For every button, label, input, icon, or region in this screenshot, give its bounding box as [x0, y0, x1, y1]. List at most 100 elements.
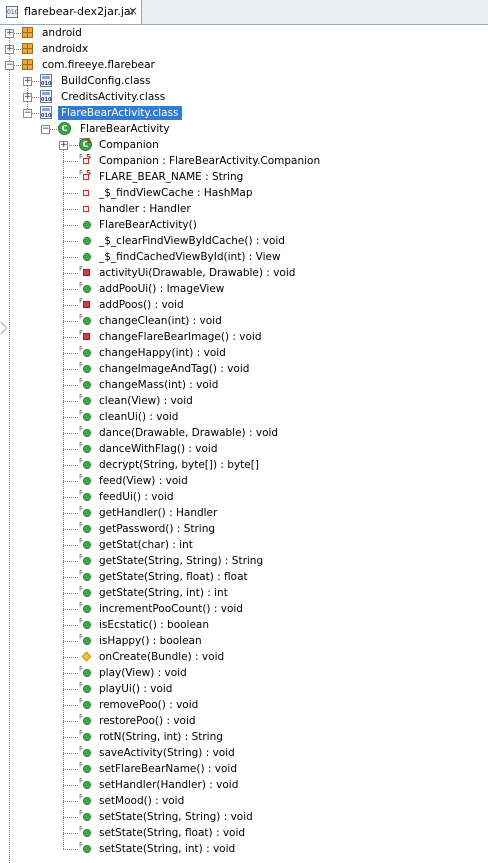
modifier-icon: F	[79, 345, 84, 353]
tree-row[interactable]: Fclean(View) : void	[0, 393, 488, 409]
tree-row[interactable]: FsetHandler(Handler) : void	[0, 777, 488, 793]
modifier-icon: F	[79, 457, 84, 465]
jar-file-icon: 010	[6, 6, 18, 18]
tab-flarebear-dex2jar[interactable]: 010 flarebear-dex2jar.jar ×	[0, 0, 142, 24]
modifier-icon: F	[79, 521, 84, 529]
tree-row[interactable]: FchangeHappy(int) : void	[0, 345, 488, 361]
tree-row[interactable]: FincrementPooCount() : void	[0, 601, 488, 617]
tree-row[interactable]: FisEcstatic() : boolean	[0, 617, 488, 633]
tree-row[interactable]: FrotN(String, int) : String	[0, 729, 488, 745]
tree-node-label: _$_clearFindViewByIdCache() : void	[99, 235, 285, 247]
tree-row[interactable]: Fdance(Drawable, Drawable) : void	[0, 425, 488, 441]
tree-row[interactable]: FlareBearActivity()	[0, 217, 488, 233]
tree-row[interactable]: Fdecrypt(String, byte[]) : byte[]	[0, 457, 488, 473]
collapse-icon[interactable]: −	[23, 109, 32, 118]
modifier-icon: F	[79, 681, 84, 689]
tree-row[interactable]: FisHappy() : boolean	[0, 633, 488, 649]
tree-row[interactable]: FchangeImageAndTag() : void	[0, 361, 488, 377]
tree-node-label: rotN(String, int) : String	[99, 731, 223, 743]
tree-node-label: saveActivity(String) : void	[99, 747, 235, 759]
tree-row[interactable]: FgetState(String, float) : float	[0, 569, 488, 585]
tree-row[interactable]: F S FLARE_BEAR_NAME : String	[0, 169, 488, 185]
modifier-icon: F	[79, 329, 84, 337]
tree-row[interactable]: FdanceWithFlag() : void	[0, 441, 488, 457]
expand-icon[interactable]: +	[23, 93, 32, 102]
tree-row[interactable]: + androidx	[0, 41, 488, 57]
tree-node-label: activityUi(Drawable, Drawable) : void	[99, 267, 296, 279]
tree-node-label: BuildConfig.class	[61, 75, 151, 87]
tree-row[interactable]: FremovePoo() : void	[0, 697, 488, 713]
tree-row[interactable]: FplayUi() : void	[0, 681, 488, 697]
tree-connector	[63, 193, 78, 194]
close-icon[interactable]: ×	[128, 4, 138, 18]
tree-row[interactable]: −010 FlareBearActivity.class	[0, 105, 488, 121]
tree-connector	[63, 833, 78, 834]
tree-row[interactable]: FchangeClean(int) : void	[0, 313, 488, 329]
tree-row[interactable]: +010 CreditsActivity.class	[0, 89, 488, 105]
tree-row[interactable]: FgetHandler() : Handler	[0, 505, 488, 521]
tree-row[interactable]: FcleanUi() : void	[0, 409, 488, 425]
tree-row[interactable]: FrestorePoo() : void	[0, 713, 488, 729]
tree-row[interactable]: +010 BuildConfig.class	[0, 73, 488, 89]
tree-connector	[63, 177, 78, 178]
tree-node-label: setFlareBearName() : void	[99, 763, 238, 775]
tree-row[interactable]: + C F S Companion	[0, 137, 488, 153]
tree-row[interactable]: FgetStat(char) : int	[0, 537, 488, 553]
tree-node-label: FlareBearActivity	[80, 123, 170, 135]
package-icon	[22, 43, 33, 54]
tree-row[interactable]: + android	[0, 25, 488, 41]
private-method-icon	[83, 333, 90, 340]
expand-icon[interactable]: +	[5, 29, 14, 38]
tree-connector	[63, 593, 78, 594]
class-tree: + android + androidx − com.fireeye.flarebear +…	[0, 25, 488, 863]
tree-row[interactable]: FaddPooUi() : ImageView	[0, 281, 488, 297]
private-method-icon	[83, 301, 90, 308]
tree-connector	[63, 401, 78, 402]
tree-row[interactable]: FgetState(String, int) : int	[0, 585, 488, 601]
expand-icon[interactable]: +	[23, 77, 32, 86]
tree-row[interactable]: FsaveActivity(String) : void	[0, 745, 488, 761]
tree-row[interactable]: Fplay(View) : void	[0, 665, 488, 681]
tree-row[interactable]: FsetMood() : void	[0, 793, 488, 809]
public-method-icon	[83, 317, 91, 325]
tree-connector	[63, 673, 78, 674]
tree-row[interactable]: _$_findCachedViewById(int) : View	[0, 249, 488, 265]
tree-row[interactable]: Ffeed(View) : void	[0, 473, 488, 489]
tree-row[interactable]: FaddPoos() : void	[0, 297, 488, 313]
expand-icon[interactable]: +	[59, 141, 68, 150]
tree-row[interactable]: − com.fireeye.flarebear	[0, 57, 488, 73]
tree-row[interactable]: FactivityUi(Drawable, Drawable) : void	[0, 265, 488, 281]
collapse-icon[interactable]: −	[5, 61, 14, 70]
tree-node-label: Companion	[99, 139, 159, 151]
modifier-icon: FS	[79, 137, 92, 145]
modifier-icon: F	[79, 377, 84, 385]
tree-node-label: setState(String, float) : void	[99, 827, 246, 839]
tree-row[interactable]: FgetPassword() : String	[0, 521, 488, 537]
tree-row[interactable]: handler : Handler	[0, 201, 488, 217]
tree-row[interactable]: FsetState(String, float) : void	[0, 825, 488, 841]
tree-node-label: FLARE_BEAR_NAME : String	[99, 171, 244, 183]
tree-row[interactable]: onCreate(Bundle) : void	[0, 649, 488, 665]
tree-row[interactable]: FfeedUi() : void	[0, 489, 488, 505]
tree-row[interactable]: F S Companion : FlareBearActivity.Companio…	[0, 153, 488, 169]
expand-icon[interactable]: +	[5, 45, 14, 54]
public-method-icon	[83, 685, 91, 693]
tree-row[interactable]: FsetFlareBearName() : void	[0, 761, 488, 777]
mouse-cursor-icon	[0, 322, 6, 334]
tree-row[interactable]: FchangeFlareBearImage() : void	[0, 329, 488, 345]
tree-row[interactable]: FsetState(String, String) : void	[0, 809, 488, 825]
tree-connector	[63, 641, 78, 642]
tree-connector	[63, 529, 78, 530]
tree-row[interactable]: _$_clearFindViewByIdCache() : void	[0, 233, 488, 249]
public-method-icon	[83, 669, 91, 677]
class-file-icon: 010	[40, 90, 52, 103]
tree-row[interactable]: − C FlareBearActivity	[0, 121, 488, 137]
tree-row[interactable]: _$_findViewCache : HashMap	[0, 185, 488, 201]
tree-row[interactable]: FsetState(String, int) : void	[0, 841, 488, 857]
public-method-icon	[83, 397, 91, 405]
modifier-icon: F	[79, 441, 84, 449]
tree-row[interactable]: FgetState(String, String) : String	[0, 553, 488, 569]
collapse-icon[interactable]: −	[41, 125, 50, 134]
tree-row[interactable]: FchangeMass(int) : void	[0, 377, 488, 393]
public-method-icon	[83, 525, 91, 533]
